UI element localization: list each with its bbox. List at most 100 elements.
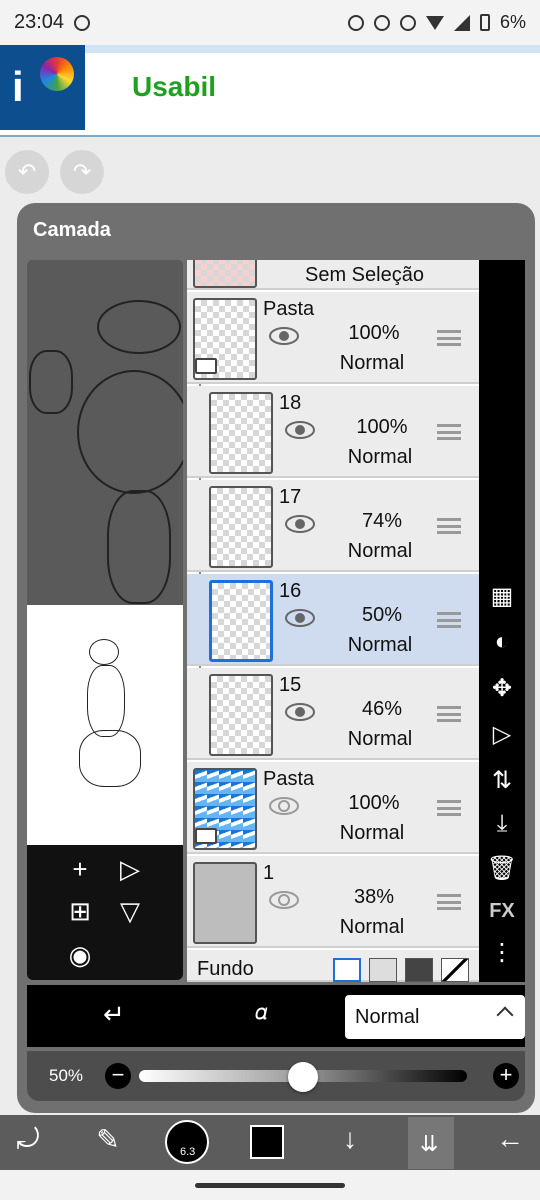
ibis-paint-logo: i — [0, 45, 85, 130]
drag-handle-icon[interactable] — [437, 518, 461, 534]
opacity-label: 50% — [49, 1066, 84, 1085]
layer-row[interactable]: 15 46% Normal — [187, 668, 479, 760]
opacity-decrease-button[interactable]: − — [105, 1063, 131, 1089]
canvas-thumbnail — [27, 605, 183, 845]
layer-blend-mode: Normal — [347, 634, 413, 656]
layer-blend-mode: Normal — [347, 540, 413, 562]
zoomed-canvas-view — [27, 260, 183, 605]
duplicate-layer-icon[interactable]: ⊞ — [63, 896, 97, 927]
layer-name: Sem Seleção — [305, 264, 424, 286]
brush-icon[interactable]: ✎ — [88, 1123, 128, 1156]
layer-opacity: 100% — [348, 322, 400, 344]
eye-icon[interactable] — [285, 514, 315, 534]
flip-vertical-icon[interactable]: ▽ — [113, 896, 147, 927]
brush-size-button[interactable]: 6.3 — [165, 1120, 209, 1164]
camera-icon[interactable]: ◉ — [63, 940, 97, 971]
tool-switch-icon[interactable]: ⤾ — [8, 1123, 48, 1156]
opacity-increase-button[interactable]: + — [493, 1063, 519, 1089]
trash-icon[interactable]: 🗑 — [479, 854, 525, 883]
fx-button[interactable]: FX — [479, 900, 525, 923]
layer-opacity: 74% — [361, 510, 403, 532]
layer-tool-button[interactable]: ⇊ — [408, 1117, 454, 1169]
layer-name: 1 — [263, 862, 275, 884]
merge-icon[interactable]: ⇅ — [479, 766, 525, 795]
background-white-swatch[interactable] — [333, 958, 361, 982]
layer-thumbnail — [193, 862, 257, 944]
layer-tools-sidebar: ▦ ◐ ✥ ▷ ⇅ ⤓ 🗑 FX ⋮ — [479, 260, 525, 982]
more-options-icon[interactable]: ⋮ — [479, 938, 525, 967]
layer-blend-mode: Normal — [347, 446, 413, 468]
layer-name: Fundo — [197, 958, 254, 980]
redo-button[interactable]: ↷ — [60, 150, 104, 194]
signal-icon — [453, 14, 470, 31]
opacity-bar: 50% − + — [27, 1051, 525, 1101]
home-gesture-pill[interactable] — [195, 1183, 345, 1188]
alarm-icon — [347, 14, 364, 31]
undo-button[interactable]: ↶ — [5, 150, 49, 194]
opacity-slider-knob[interactable] — [288, 1062, 318, 1092]
layer-row[interactable]: 1 38% Normal — [187, 856, 479, 948]
selection-thumbnail — [193, 260, 257, 288]
checkerboard-icon[interactable]: ▦ — [479, 582, 525, 611]
layer-blend-mode: Normal — [339, 822, 405, 844]
flip-layer-icon[interactable]: ▷ — [479, 720, 525, 749]
folder-icon — [195, 358, 217, 374]
layer-thumbnail — [209, 674, 273, 756]
layer-opacity: 38% — [353, 886, 395, 908]
eye-icon[interactable] — [269, 326, 299, 346]
ad-banner[interactable]: i Usabil — [0, 45, 540, 137]
contrast-icon[interactable]: ◐ — [479, 628, 525, 656]
battery-icon — [479, 14, 490, 31]
background-none-swatch[interactable] — [441, 958, 469, 982]
drag-handle-icon[interactable] — [437, 424, 461, 440]
alpha-lock-icon[interactable]: 𝛼 — [255, 999, 268, 1025]
eye-hidden-icon[interactable] — [269, 890, 299, 910]
eye-icon[interactable] — [285, 608, 315, 628]
background-checker-swatch[interactable] — [369, 958, 397, 982]
layer-row[interactable]: 17 74% Normal — [187, 480, 479, 572]
flip-horizontal-icon[interactable]: ▷ — [113, 854, 147, 885]
ad-title: Usabil — [132, 71, 217, 102]
move-icon[interactable]: ✥ — [479, 674, 525, 703]
layer-blend-mode: Normal — [347, 728, 413, 750]
layer-blend-mode: Normal — [339, 352, 405, 374]
drag-handle-icon[interactable] — [437, 800, 461, 816]
wifi-icon — [425, 15, 444, 30]
layer-name: 16 — [279, 580, 302, 602]
layer-name: Pasta — [263, 298, 315, 320]
layer-row-background[interactable]: Fundo — [187, 950, 479, 982]
preview-tools: + ▷ ⊞ ▽ ◉ — [27, 850, 183, 980]
layer-row-folder[interactable]: Pasta 100% Normal — [187, 292, 479, 384]
system-nav-bar — [0, 1170, 540, 1200]
color-swatch[interactable] — [250, 1125, 284, 1159]
layers-icon: ⇊ — [420, 1131, 439, 1156]
layer-opacity: 46% — [361, 698, 403, 720]
merge-down-icon[interactable]: ⤓ — [479, 810, 525, 838]
layer-name: 17 — [279, 486, 302, 508]
drag-handle-icon[interactable] — [437, 894, 461, 910]
redo-icon: ↷ — [72, 159, 92, 184]
eye-icon[interactable] — [285, 702, 315, 722]
brush-size-value: 6.3 — [180, 1146, 196, 1158]
layer-row[interactable]: 18 100% Normal — [187, 386, 479, 478]
eye-hidden-icon[interactable] — [269, 796, 299, 816]
background-dark-swatch[interactable] — [405, 958, 433, 982]
layer-opacity: 100% — [356, 416, 408, 438]
back-arrow-icon[interactable]: ← — [490, 1123, 530, 1155]
clipping-icon[interactable]: ↵ — [103, 999, 125, 1030]
drag-handle-icon[interactable] — [437, 612, 461, 628]
arrow-down-icon[interactable]: ↓ — [330, 1123, 370, 1155]
blend-mode-select[interactable]: Normal — [345, 995, 525, 1039]
layer-list[interactable]: Sem Seleção Pasta 100% Normal 18 100% No… — [187, 260, 479, 982]
drag-handle-icon[interactable] — [437, 330, 461, 346]
eye-icon[interactable] — [285, 420, 315, 440]
canvas-preview[interactable]: + ▷ ⊞ ▽ ◉ — [27, 260, 183, 980]
layer-row-selection[interactable]: Sem Seleção — [187, 260, 479, 290]
add-layer-icon[interactable]: + — [63, 854, 97, 885]
layer-row-folder[interactable]: Pasta 100% Normal — [187, 762, 479, 854]
drag-handle-icon[interactable] — [437, 706, 461, 722]
undo-icon: ↶ — [17, 159, 37, 184]
layer-name: 18 — [279, 392, 302, 414]
dnd-icon — [399, 14, 416, 31]
layer-row-selected[interactable]: 16 50% Normal — [187, 574, 479, 666]
